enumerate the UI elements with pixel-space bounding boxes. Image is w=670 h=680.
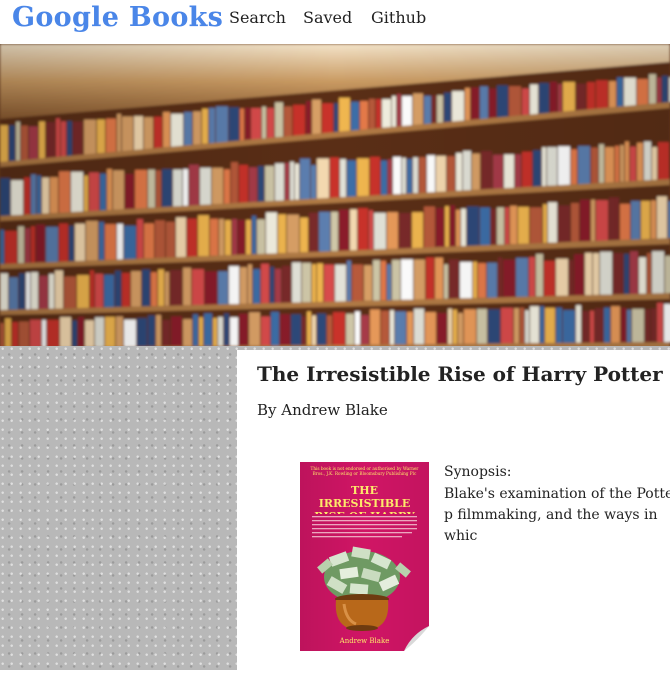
book-title[interactable]: The Irresistible Rise of Harry Potter <box>257 362 663 386</box>
cover-header-text: This book is not endorsed or authorised … <box>310 466 419 476</box>
book-author: By Andrew Blake <box>257 401 388 419</box>
book-cover-image[interactable]: This book is not endorsed or authorised … <box>300 462 429 651</box>
bookshelf-illustration <box>0 44 670 346</box>
nav-link-saved[interactable]: Saved <box>303 8 352 27</box>
synopsis-text: Blake's examination of the Potter p film… <box>444 486 670 544</box>
nav-link-github[interactable]: Github <box>371 8 426 27</box>
hero-bookshelf-image <box>0 44 670 346</box>
synopsis-label: Synopsis: <box>444 464 512 480</box>
cover-title: THE IRRESISTIBLE RISE OF HARRY POTTER <box>314 484 414 514</box>
nav-link-search[interactable]: Search <box>229 8 286 27</box>
brand-logo[interactable]: Google Books <box>12 2 223 33</box>
book-cover-art: This book is not endorsed or authorised … <box>300 462 429 651</box>
navbar: Google Books Search Saved Github <box>0 0 670 44</box>
cover-author: Andrew Blake <box>339 637 390 645</box>
